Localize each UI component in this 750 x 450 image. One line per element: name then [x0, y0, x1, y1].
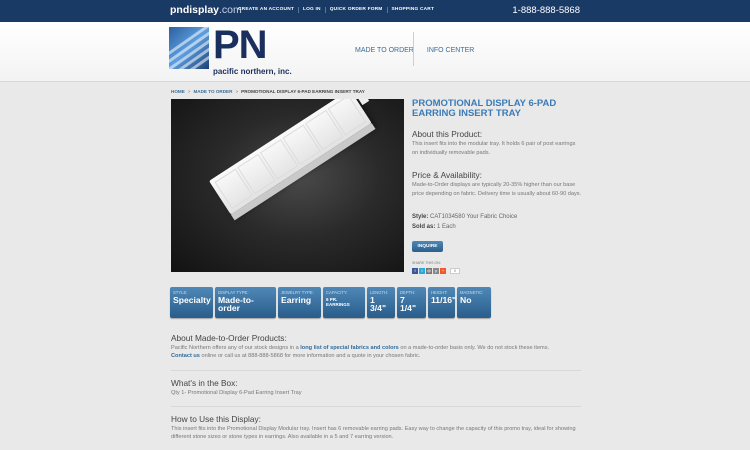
phone-number: 1-888-888-5868: [512, 5, 580, 16]
addthis-icon[interactable]: +: [440, 268, 446, 274]
fabrics-colors-link[interactable]: long list of special fabrics and colors: [300, 345, 399, 351]
section-divider: [171, 406, 581, 407]
breadcrumb-made-to-order[interactable]: MADE TO ORDER: [193, 89, 232, 94]
email-icon[interactable]: @: [426, 268, 432, 274]
logo-mark-icon: [169, 27, 209, 69]
spec-length: LENGTH: 1 3/4": [367, 287, 395, 318]
nav-info-center[interactable]: INFO CENTER: [425, 47, 478, 54]
site-name[interactable]: pndisplay.com: [170, 4, 242, 16]
how-to-use-text: This insert fits into the Promotional Di…: [171, 426, 576, 441]
twitter-icon[interactable]: t: [419, 268, 425, 274]
section-divider: [171, 370, 581, 371]
in-the-box-heading: What's in the Box:: [171, 378, 238, 388]
logo-letters: PN: [213, 23, 268, 67]
breadcrumb-home[interactable]: HOME: [171, 89, 185, 94]
breadcrumb-current: PROMOTIONAL DISPLAY 6-PAD EARRING INSERT…: [241, 89, 365, 94]
breadcrumb-separator-icon: >: [187, 89, 191, 94]
shopping-cart-link[interactable]: SHOPPING CART: [388, 7, 439, 13]
breadcrumb: HOME > MADE TO ORDER > PROMOTIONAL DISPL…: [171, 89, 365, 94]
share-icons: f t @ p + 0: [412, 268, 460, 274]
logo-company-name: pacific northern, inc.: [213, 67, 292, 76]
price-text: Made-to-Order displays are typically 20-…: [412, 182, 582, 197]
spec-depth: DEPTH: 7 1/4": [397, 287, 426, 318]
spec-magnetic: MAGNETIC: No: [457, 287, 491, 318]
top-bar: pndisplay.com CREATE AN ACCOUNT LOG IN Q…: [0, 0, 750, 22]
share-count: 0: [450, 268, 460, 274]
spec-style: STYLE: Specialty: [170, 287, 213, 318]
product-title: PROMOTIONAL DISPLAY 6-PAD EARRING INSERT…: [412, 98, 557, 119]
about-product-text: This insert fits into the modular tray. …: [412, 141, 576, 156]
made-to-order-heading: About Made-to-Order Products:: [171, 333, 287, 343]
spec-height: HEIGHT: 11/16": [428, 287, 456, 318]
site-header: PN pacific northern, inc. MADE TO ORDER …: [0, 22, 750, 82]
made-to-order-text: Pacific Northern offers any of our stock…: [171, 345, 550, 360]
style-line: Style: CAT1034580 Your Fabric Choice: [412, 214, 518, 220]
spec-jewelry-type: JEWELRY TYPE: Earring: [278, 287, 321, 318]
company-logo[interactable]: PN pacific northern, inc.: [169, 23, 307, 77]
create-account-link[interactable]: CREATE AN ACCOUNT: [234, 7, 299, 13]
breadcrumb-separator-icon: >: [235, 89, 239, 94]
main-nav: MADE TO ORDER INFO CENTER: [353, 32, 478, 66]
quick-order-link[interactable]: QUICK ORDER FORM: [326, 7, 388, 13]
login-link[interactable]: LOG IN: [299, 7, 326, 13]
spec-tiles: STYLE: Specialty DISPLAY TYPE: Made-to-ord…: [170, 287, 491, 318]
spec-capacity: CAPACITY: 6 PR. EARRINGS: [323, 287, 365, 318]
facebook-icon[interactable]: f: [412, 268, 418, 274]
product-image[interactable]: [171, 99, 404, 272]
how-to-use-heading: How to Use this Display:: [171, 414, 261, 424]
nav-divider: [413, 32, 414, 66]
nav-made-to-order[interactable]: MADE TO ORDER: [353, 47, 418, 54]
print-icon[interactable]: p: [433, 268, 439, 274]
share-label: SHARE THIS ON:: [412, 261, 441, 265]
about-product-heading: About this Product:: [412, 129, 483, 139]
price-heading: Price & Availability:: [412, 170, 482, 180]
earring-tray-illustration: [209, 99, 372, 215]
account-nav: CREATE AN ACCOUNT LOG IN QUICK ORDER FOR…: [234, 7, 438, 13]
sold-as-line: Sold as: 1 Each: [412, 224, 456, 230]
inquire-button[interactable]: INQUIRE: [412, 241, 443, 252]
in-the-box-text: Qty 1- Promotional Display 6-Pad Earring…: [171, 390, 302, 396]
contact-us-link[interactable]: Contact us: [171, 353, 200, 359]
spec-display-type: DISPLAY TYPE: Made-to-order: [215, 287, 276, 318]
